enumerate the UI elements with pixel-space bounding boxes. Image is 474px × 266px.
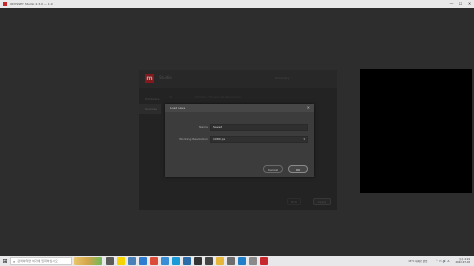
- clock-date: 2022-07-03: [455, 261, 470, 264]
- dialog-title: Load save: [170, 106, 186, 110]
- taskbar-apps: [106, 257, 271, 265]
- resolution-label: Working Resolution: [179, 137, 208, 141]
- dialog-close-icon[interactable]: ✕: [307, 105, 310, 111]
- load-save-dialog: Load save ✕ Name Saved Working Resolutio…: [165, 104, 314, 177]
- chevron-down-icon: ▾: [303, 137, 305, 141]
- explorer-icon[interactable]: [216, 257, 224, 265]
- app-logo-icon: [3, 2, 7, 6]
- resolution-row: Working Resolution 1080 px ▾: [165, 136, 314, 143]
- task-view-icon[interactable]: [106, 257, 114, 265]
- window-titlebar: ODYSSEY Studio 2.3.0 — 1.0 — ☐ ✕: [0, 0, 474, 8]
- cancel-button[interactable]: Cancel: [263, 165, 283, 173]
- calendar-icon[interactable]: [139, 257, 147, 265]
- name-row: Name Saved: [165, 124, 314, 131]
- system-tray: 13°C 대체로 맑음 ⌃ ▭ 🔊 A 오후 4:19 2022-07-03: [408, 256, 474, 266]
- clock[interactable]: 오후 4:19 2022-07-03: [455, 258, 470, 264]
- app-icon[interactable]: [205, 257, 213, 265]
- resolution-select[interactable]: 1080 px ▾: [210, 136, 308, 143]
- maximize-button[interactable]: ☐: [456, 0, 465, 8]
- resolution-value: 1080 px: [213, 137, 226, 141]
- ok-button[interactable]: OK: [288, 165, 308, 173]
- window-title: ODYSSEY Studio 2.3.0 — 1.0: [10, 2, 53, 6]
- store-icon[interactable]: [161, 257, 169, 265]
- kakaotalk-icon[interactable]: [117, 257, 125, 265]
- taskbar: ⊞ ⌕ 13°C 대체로 맑음 ⌃ ▭ 🔊 A 오후 4:19 2022-07-…: [0, 256, 474, 266]
- tray-icons[interactable]: ⌃ ▭ 🔊 A: [435, 259, 449, 263]
- settings-icon[interactable]: [227, 257, 235, 265]
- dialog-header: Load save ✕: [165, 104, 314, 112]
- preview-panel: [360, 69, 472, 193]
- search-icon: ⌕: [13, 258, 16, 264]
- window-controls: — ☐ ✕: [447, 0, 474, 8]
- notes-icon[interactable]: [249, 257, 257, 265]
- studio-icon[interactable]: [260, 257, 268, 265]
- close-window-button[interactable]: ✕: [465, 0, 474, 8]
- name-label: Name: [199, 125, 208, 129]
- windows-start-icon[interactable]: ⊞: [0, 256, 10, 266]
- search-highlight-image: [74, 257, 102, 265]
- minimize-button[interactable]: —: [447, 0, 456, 8]
- vscode-icon[interactable]: [238, 257, 246, 265]
- files-icon[interactable]: [128, 257, 136, 265]
- weather-widget[interactable]: 13°C 대체로 맑음: [408, 259, 427, 263]
- edge-icon[interactable]: [172, 257, 180, 265]
- terminal-icon[interactable]: [194, 257, 202, 265]
- taskbar-search[interactable]: ⌕: [10, 257, 72, 265]
- search-input[interactable]: [17, 258, 70, 264]
- name-field[interactable]: Saved: [210, 124, 308, 131]
- chrome-icon[interactable]: [150, 257, 158, 265]
- code-icon[interactable]: [183, 257, 191, 265]
